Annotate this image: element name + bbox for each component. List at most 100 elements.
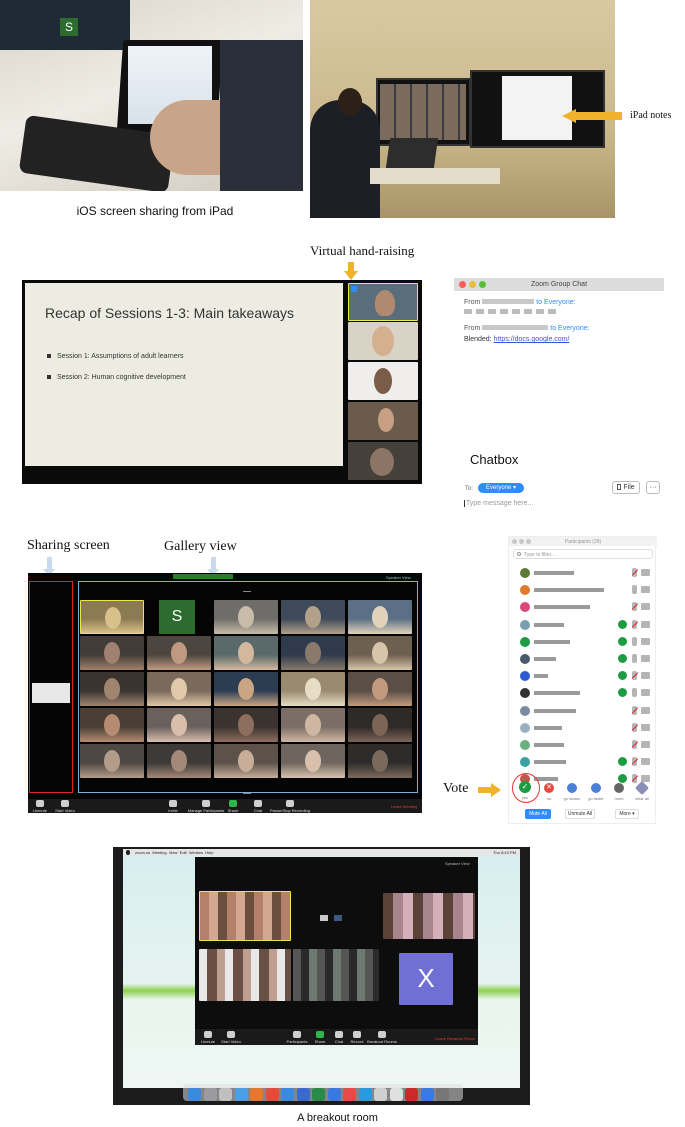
participant-row[interactable] [514, 600, 654, 614]
x-icon[interactable]: ✕ [544, 783, 554, 793]
video-icon[interactable] [641, 689, 650, 696]
unmute-all-button[interactable]: Unmute All [565, 809, 595, 819]
video-tile[interactable] [348, 672, 412, 706]
video-icon[interactable] [641, 707, 650, 714]
mic-icon[interactable] [632, 757, 637, 766]
more-reaction-icon[interactable] [614, 783, 624, 793]
video-tile-avatar[interactable]: S [147, 600, 211, 634]
chat-more-button[interactable]: ··· [646, 481, 660, 494]
participant-row[interactable] [514, 635, 654, 649]
menu-item[interactable]: Edit [180, 850, 187, 855]
participant-row[interactable] [514, 652, 654, 666]
video-tile[interactable] [214, 744, 278, 778]
menu-item[interactable]: Window [189, 850, 203, 855]
dock-app-icon[interactable] [405, 1088, 418, 1101]
participant-row[interactable] [514, 618, 654, 632]
video-tile[interactable] [348, 442, 418, 480]
mic-icon[interactable] [632, 568, 637, 577]
recording-button[interactable]: Pause/Stop Recording [268, 800, 312, 813]
dock-app-icon[interactable] [234, 1088, 248, 1101]
message-link[interactable]: https://docs.google.com/ [494, 336, 570, 343]
video-tile[interactable] [214, 672, 278, 706]
video-tile[interactable] [383, 893, 475, 939]
video-tile[interactable] [80, 708, 144, 742]
leave-meeting-button[interactable]: Leave Meeting [388, 804, 420, 809]
video-tile[interactable] [214, 636, 278, 670]
dock-app-icon[interactable] [389, 1088, 403, 1101]
video-icon[interactable] [641, 569, 650, 576]
video-tile[interactable] [199, 949, 291, 1001]
participant-row[interactable] [514, 669, 654, 683]
video-tile[interactable] [348, 362, 418, 400]
menu-item[interactable]: Help [205, 850, 213, 855]
video-tile[interactable] [348, 636, 412, 670]
invite-button[interactable]: Invite [163, 800, 183, 813]
dock-app-icon[interactable] [420, 1088, 434, 1101]
video-tile[interactable] [80, 672, 144, 706]
mic-icon[interactable] [632, 723, 637, 732]
mic-icon[interactable] [632, 688, 637, 697]
more-button[interactable]: More ▾ [615, 809, 639, 819]
chat-recipient-dropdown[interactable]: Everyone ▾ [478, 483, 524, 493]
video-icon[interactable] [641, 741, 650, 748]
dock-app-icon[interactable] [203, 1088, 217, 1101]
dock-app-icon[interactable] [188, 1088, 201, 1101]
share-button[interactable]: Share [224, 800, 242, 813]
video-tile-avatar[interactable]: X [399, 953, 453, 1005]
go-slower-icon[interactable] [567, 783, 577, 793]
apple-icon[interactable] [126, 850, 130, 855]
menu-item[interactable]: Meeting [152, 850, 166, 855]
video-tile[interactable] [214, 600, 278, 634]
leave-breakout-button[interactable]: Leave Breakout Room [433, 1036, 477, 1041]
video-tile[interactable] [147, 672, 211, 706]
participant-row[interactable] [514, 755, 654, 769]
video-icon[interactable] [641, 655, 650, 662]
start-video-button[interactable]: Start Video [219, 1031, 243, 1044]
dock-app-icon[interactable] [343, 1088, 356, 1101]
video-tile[interactable] [80, 636, 144, 670]
participant-row[interactable] [514, 704, 654, 718]
breakout-rooms-button[interactable]: Breakout Rooms [367, 1031, 397, 1044]
share-button[interactable]: Share [311, 1031, 329, 1044]
video-tile[interactable] [348, 402, 418, 440]
speaker-view-button[interactable]: Speaker View [445, 861, 470, 866]
participants-button[interactable]: Participants [283, 1031, 311, 1044]
participant-row[interactable] [514, 583, 654, 597]
video-icon[interactable] [641, 638, 650, 645]
mic-icon[interactable] [632, 620, 637, 629]
video-tile[interactable] [281, 600, 345, 634]
video-icon[interactable] [641, 672, 650, 679]
video-tile[interactable] [214, 708, 278, 742]
mic-icon[interactable] [632, 637, 637, 646]
dock-app-icon[interactable] [374, 1088, 387, 1101]
video-tile[interactable] [348, 322, 418, 360]
dock-app-icon[interactable] [250, 1088, 263, 1101]
video-tile[interactable] [80, 744, 144, 778]
dock-app-icon[interactable] [358, 1088, 372, 1101]
mic-icon[interactable] [632, 774, 637, 783]
mic-icon[interactable] [632, 706, 637, 715]
mic-icon[interactable] [632, 654, 637, 663]
manage-participants-button[interactable]: Manage Participants [186, 800, 226, 813]
chat-file-button[interactable]: File [612, 481, 640, 494]
video-tile-raised-hand[interactable] [348, 283, 418, 321]
menu-item[interactable]: View [169, 850, 178, 855]
video-tile[interactable] [348, 708, 412, 742]
video-tile[interactable] [147, 744, 211, 778]
participant-row[interactable] [514, 566, 654, 580]
mic-icon[interactable] [632, 740, 637, 749]
unmute-button[interactable]: Unmute [30, 800, 50, 813]
record-button[interactable]: Record [347, 1031, 367, 1044]
chat-button[interactable]: Chat [250, 800, 266, 813]
video-icon[interactable] [641, 621, 650, 628]
dock-app-icon[interactable] [265, 1088, 279, 1101]
participant-row[interactable] [514, 686, 654, 700]
video-tile-active-speaker[interactable] [199, 891, 291, 941]
video-tile[interactable] [147, 708, 211, 742]
video-tile[interactable] [147, 636, 211, 670]
video-icon[interactable] [641, 758, 650, 765]
video-tile[interactable] [348, 744, 412, 778]
video-tile[interactable] [281, 636, 345, 670]
mute-all-button[interactable]: Mute All [525, 809, 551, 819]
unmute-button[interactable]: Unmute [199, 1031, 217, 1044]
